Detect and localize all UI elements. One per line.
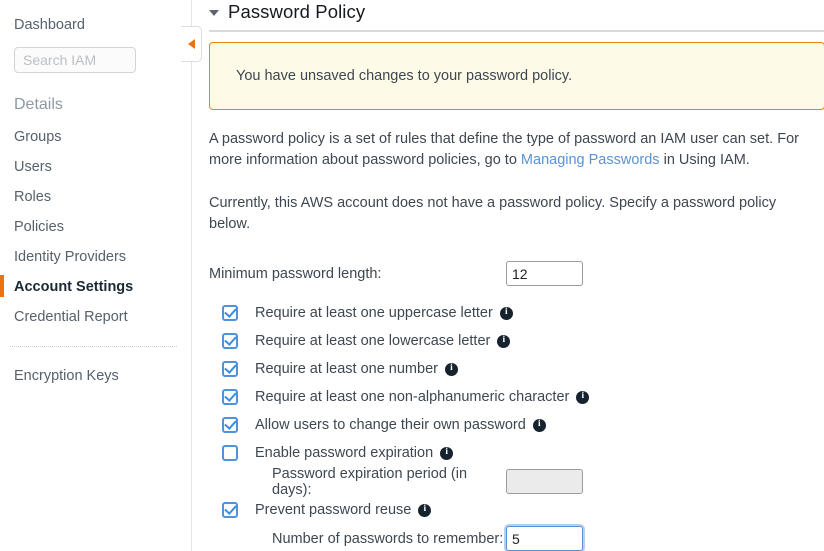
checkbox-require-lowercase[interactable] xyxy=(222,333,238,349)
option-allow-users-change-password[interactable]: Allow users to change their own password… xyxy=(209,411,824,439)
checkbox-allow-users-change-password[interactable] xyxy=(222,417,238,433)
search-input[interactable] xyxy=(14,47,136,73)
option-require-non-alphanumeric[interactable]: Require at least one non-alphanumeric ch… xyxy=(209,383,824,411)
option-prevent-password-reuse[interactable]: Prevent password reuse i xyxy=(209,496,824,524)
sidebar-item-label: Groups xyxy=(14,129,62,145)
checkbox-prevent-password-reuse[interactable] xyxy=(222,502,238,518)
sidebar-item-label: Roles xyxy=(14,189,52,205)
password-policy-options: Require at least one uppercase letter i … xyxy=(209,299,824,551)
caret-down-icon[interactable] xyxy=(209,10,219,16)
sidebar-item-label: Users xyxy=(14,159,52,175)
option-label: Prevent password reuse xyxy=(255,502,412,518)
option-label: Require at least one non-alphanumeric ch… xyxy=(255,389,570,405)
minimum-password-length-row: Minimum password length: xyxy=(209,261,824,286)
option-label: Allow users to change their own password xyxy=(255,417,526,433)
iam-account-settings-page: Dashboard Details Groups Users Roles Pol… xyxy=(0,0,824,551)
passwords-to-remember-label: Number of passwords to remember: xyxy=(272,530,504,547)
option-enable-password-expiration[interactable]: Enable password expiration i xyxy=(209,439,824,467)
option-require-lowercase[interactable]: Require at least one lowercase letter i xyxy=(209,327,824,355)
info-icon[interactable]: i xyxy=(497,334,511,348)
password-expiration-period-row: Password expiration period (in days): xyxy=(209,465,824,498)
sidebar-divider xyxy=(10,346,177,347)
search-container xyxy=(0,47,191,73)
sidebar-item-label: Identity Providers xyxy=(14,249,127,265)
sidebar-item-roles[interactable]: Roles xyxy=(0,182,191,212)
info-icon[interactable]: i xyxy=(440,446,454,460)
checkbox-require-number[interactable] xyxy=(222,361,238,377)
sidebar-item-encryption-keys[interactable]: Encryption Keys xyxy=(0,361,191,391)
page-title: Password Policy xyxy=(228,1,366,22)
passwords-to-remember-input[interactable] xyxy=(506,526,583,551)
info-icon[interactable]: i xyxy=(444,362,458,376)
sidebar-item-dashboard[interactable]: Dashboard xyxy=(0,10,191,40)
info-icon[interactable]: i xyxy=(532,418,546,432)
sidebar-item-identity-providers[interactable]: Identity Providers xyxy=(0,242,191,272)
option-label: Require at least one number xyxy=(255,361,438,377)
sidebar: Dashboard Details Groups Users Roles Pol… xyxy=(0,0,202,551)
info-icon[interactable]: i xyxy=(576,390,590,404)
checkbox-enable-password-expiration[interactable] xyxy=(222,445,238,461)
password-expiration-period-input xyxy=(506,469,583,494)
sidebar-section-title: Details xyxy=(14,96,63,113)
info-icon[interactable]: i xyxy=(418,503,432,517)
minimum-password-length-label: Minimum password length: xyxy=(209,265,382,282)
option-label: Enable password expiration xyxy=(255,445,434,461)
option-require-number[interactable]: Require at least one number i xyxy=(209,355,824,383)
caret-left-icon xyxy=(187,39,195,49)
main-content: Password Policy You have unsaved changes… xyxy=(192,0,824,551)
managing-passwords-link[interactable]: Managing Passwords xyxy=(521,152,660,168)
sidebar-item-label: Credential Report xyxy=(14,309,128,325)
checkbox-require-uppercase[interactable] xyxy=(222,305,238,321)
sidebar-item-label: Policies xyxy=(14,219,64,235)
option-label: Require at least one uppercase letter xyxy=(255,305,493,321)
info-icon[interactable]: i xyxy=(499,306,513,320)
alert-message: You have unsaved changes to your passwor… xyxy=(236,68,573,84)
minimum-password-length-input[interactable] xyxy=(506,261,583,286)
checkbox-require-non-alphanumeric[interactable] xyxy=(222,389,238,405)
sidebar-item-credential-report[interactable]: Credential Report xyxy=(0,302,191,332)
sidebar-item-label: Encryption Keys xyxy=(14,368,119,384)
policy-description-paragraph: A password policy is a set of rules that… xyxy=(209,129,809,171)
unsaved-changes-alert: You have unsaved changes to your passwor… xyxy=(209,42,824,110)
passwords-to-remember-row: Number of passwords to remember: xyxy=(209,524,824,551)
sidebar-collapse-button[interactable] xyxy=(181,26,202,62)
sidebar-item-label: Dashboard xyxy=(14,17,85,33)
password-expiration-period-label: Password expiration period (in days): xyxy=(272,465,468,498)
sidebar-item-users[interactable]: Users xyxy=(0,152,191,182)
option-require-uppercase[interactable]: Require at least one uppercase letter i xyxy=(209,299,824,327)
sidebar-item-groups[interactable]: Groups xyxy=(0,122,191,152)
description-text-after: in Using IAM. xyxy=(659,152,750,168)
sidebar-item-account-settings[interactable]: Account Settings xyxy=(0,272,191,302)
sidebar-item-label: Account Settings xyxy=(14,279,134,295)
current-policy-status: Currently, this AWS account does not hav… xyxy=(209,195,777,232)
sidebar-item-policies[interactable]: Policies xyxy=(0,212,191,242)
password-policy-panel-header[interactable]: Password Policy xyxy=(209,0,824,32)
option-label: Require at least one lowercase letter xyxy=(255,333,491,349)
